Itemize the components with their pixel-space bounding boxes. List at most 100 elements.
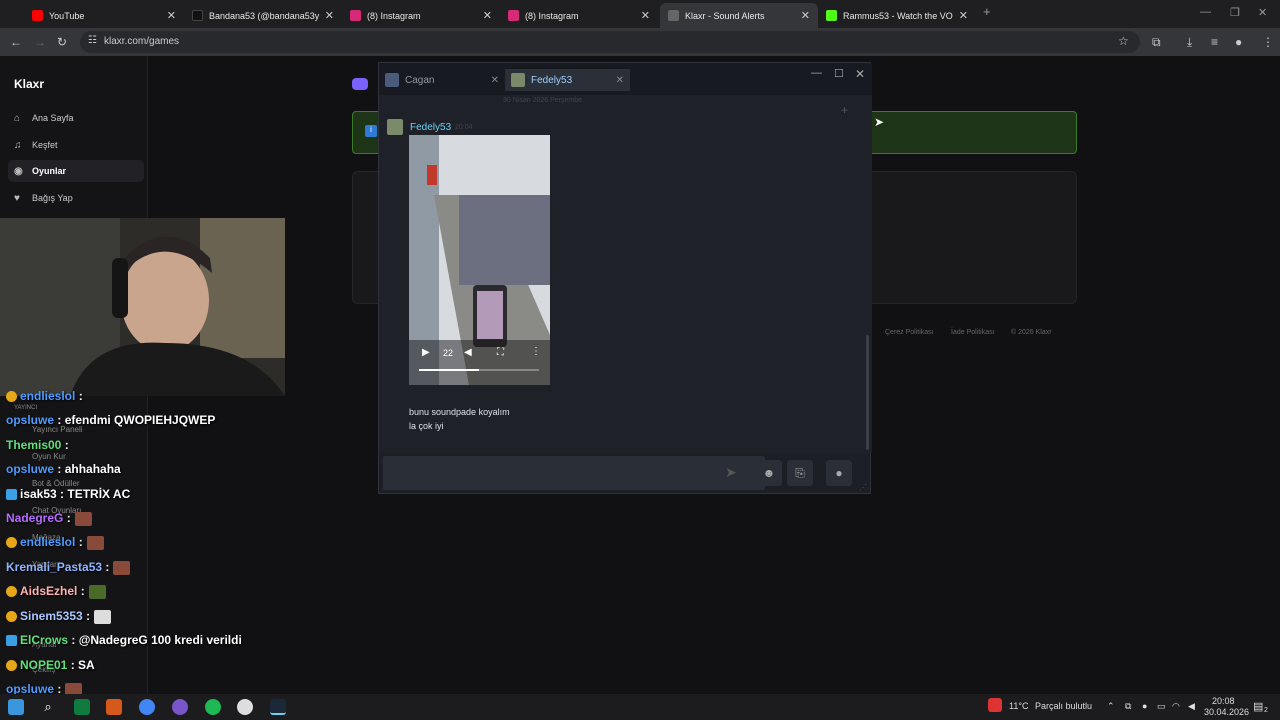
date-separator: 30 Nisan 2026 Perşembe	[503, 97, 582, 104]
play-icon[interactable]: ▶	[422, 347, 430, 358]
badge-icon	[6, 537, 17, 549]
close-icon[interactable]: ✕	[801, 9, 810, 22]
profile-icon[interactable]: ●	[1235, 35, 1242, 49]
tray-app-icon[interactable]: ⧉	[1125, 701, 1131, 712]
more-options-icon[interactable]: ⋮	[531, 346, 541, 357]
download-icon[interactable]: ⤓	[1187, 35, 1192, 50]
video-frame-image	[409, 135, 550, 385]
close-icon[interactable]: ✕	[167, 9, 176, 22]
chat-tab-label: Fedely53	[531, 74, 573, 86]
windows-start-icon[interactable]	[8, 699, 24, 715]
chat-scrollbar[interactable]	[866, 335, 869, 450]
sidebar-item-home[interactable]: ⌂ Ana Sayfa	[8, 107, 144, 129]
youtube-icon	[32, 10, 43, 21]
video-time: 22	[443, 348, 454, 358]
close-icon[interactable]: ✕	[491, 75, 499, 86]
close-icon[interactable]: ✕	[483, 9, 492, 22]
steam-icon[interactable]	[270, 699, 286, 715]
browser-tab-instagram[interactable]: (8) Instagram ✕	[342, 3, 500, 28]
close-icon[interactable]: ✕	[325, 9, 334, 22]
section-label: YAYINCI	[14, 405, 38, 411]
sidebar-item-setup[interactable]: Oyun Kur	[32, 452, 66, 461]
browser-tab-youtube[interactable]: YouTube ✕	[24, 3, 184, 28]
tray-device-icon[interactable]: ▭	[1157, 701, 1166, 712]
chrome-icon[interactable]	[139, 699, 155, 715]
browser-tab-kick[interactable]: Rammus53 - Watch the VOD o ✕	[818, 3, 976, 28]
resize-handle-icon[interactable]: ⋰	[859, 483, 867, 492]
fullscreen-icon[interactable]: ⛶	[497, 347, 504, 358]
add-friend-icon[interactable]: +	[841, 103, 848, 117]
site-info-icon[interactable]: ☷	[88, 35, 97, 46]
send-icon[interactable]: ➤	[725, 464, 737, 481]
app-icon[interactable]	[74, 699, 90, 715]
site-logo[interactable]: Klaxr	[14, 77, 44, 91]
browser-tab-instagram-2[interactable]: (8) Instagram ✕	[500, 3, 658, 28]
discord-icon[interactable]	[172, 699, 188, 715]
tab-label: (8) Instagram	[367, 10, 421, 21]
emoji-button[interactable]: ☻	[756, 460, 782, 486]
sidebar-item-donate[interactable]: ♥ Bağış Yap	[8, 187, 144, 209]
chat-tab-fedely53[interactable]: Fedely53 ✕	[505, 69, 630, 91]
tab-label: Klaxr - Sound Alerts	[685, 10, 765, 21]
minimize-icon[interactable]: —	[811, 67, 822, 79]
sidebar-item-discover[interactable]: ♫ Keşfet	[8, 134, 144, 156]
search-icon[interactable]: ⌕	[40, 699, 56, 715]
microphone-icon[interactable]: ●	[1142, 701, 1147, 711]
attach-button[interactable]: ⎘	[787, 460, 813, 486]
back-icon[interactable]: ←	[10, 35, 22, 49]
minimize-icon[interactable]: —	[1200, 6, 1211, 18]
heart-icon: ♥	[14, 192, 20, 204]
chat-user: opsluwe	[6, 462, 55, 476]
footer-refund-link[interactable]: İade Politikası	[951, 329, 995, 336]
close-icon[interactable]: ✕	[616, 75, 624, 86]
chat-tab-cagan[interactable]: Cagan ✕	[379, 69, 505, 91]
voice-button[interactable]: ●	[826, 460, 852, 486]
maximize-icon[interactable]: ☐	[834, 67, 844, 80]
steam-chat-window: Cagan ✕ Fedely53 ✕ — ☐ ✕ 30 Nisan 2026 P…	[378, 62, 872, 494]
close-icon[interactable]: ✕	[959, 9, 968, 22]
reload-icon[interactable]: ↻	[57, 35, 67, 49]
url-field[interactable]: ☷ klaxr.com/games ☆	[80, 31, 1140, 53]
clock-date[interactable]: 30.04.2026	[1204, 707, 1249, 717]
volume-icon[interactable]: ◀	[464, 347, 472, 358]
video-progress-track[interactable]	[419, 369, 539, 371]
tab-label: Rammus53 - Watch the VOD o	[843, 10, 953, 21]
chat-line: Themis00 :	[6, 438, 69, 452]
chat-line: Kremali_Pasta53 :	[6, 560, 131, 575]
close-window-icon[interactable]: ✕	[855, 67, 865, 81]
chat-line: opsluwe : efendmi QWOPIEHJQWEP	[6, 413, 215, 427]
emoji-icon: ☻	[762, 466, 776, 480]
emote-icon	[88, 584, 106, 599]
extensions-icon[interactable]: ⧉	[1152, 35, 1161, 50]
sidebar-item-games[interactable]: ◉ Oyunlar	[8, 160, 144, 182]
close-icon[interactable]: ✕	[641, 9, 650, 22]
home-icon: ⌂	[14, 112, 21, 124]
chat-user: Kremali_Pasta53	[6, 560, 103, 574]
notification-icon[interactable]: ▤	[1253, 700, 1263, 713]
chat-user: endlieslol	[20, 535, 76, 549]
clock-time[interactable]: 20:08	[1212, 696, 1235, 706]
browser-tab-bar: YouTube ✕ Bandana53 (@bandana53yt) | T ✕…	[0, 0, 1280, 28]
browser-tab-tiktok[interactable]: Bandana53 (@bandana53yt) | T ✕	[184, 3, 342, 28]
volume-icon[interactable]: ◀	[1188, 701, 1195, 712]
new-tab-button[interactable]: +	[983, 4, 991, 19]
maximize-icon[interactable]: ❐	[1230, 6, 1240, 19]
chat-msg: : SA	[70, 658, 95, 672]
forward-icon[interactable]: →	[34, 35, 46, 49]
badge-icon	[6, 391, 17, 403]
menu-icon[interactable]: ⋮	[1262, 35, 1274, 49]
footer-cookie-link[interactable]: Çerez Politikası	[885, 329, 934, 336]
tray-chevron-icon[interactable]: ⌃	[1107, 701, 1115, 712]
bookmark-star-icon[interactable]: ☆	[1118, 34, 1129, 48]
media-control-icon[interactable]: ≡	[1211, 35, 1218, 49]
spotify-icon[interactable]	[205, 699, 221, 715]
message-input[interactable]: ➤	[383, 456, 765, 490]
chat-msg: :	[105, 560, 110, 574]
wifi-icon[interactable]: ◠	[1172, 701, 1180, 712]
obs-icon[interactable]	[237, 699, 253, 715]
brave-icon[interactable]	[106, 699, 122, 715]
badge-icon	[6, 611, 17, 623]
video-attachment[interactable]: ▶ 22 ◀ ⛶ ⋮	[409, 135, 550, 385]
close-window-icon[interactable]: ✕	[1258, 6, 1267, 19]
browser-tab-klaxr[interactable]: Klaxr - Sound Alerts ✕	[660, 3, 818, 28]
